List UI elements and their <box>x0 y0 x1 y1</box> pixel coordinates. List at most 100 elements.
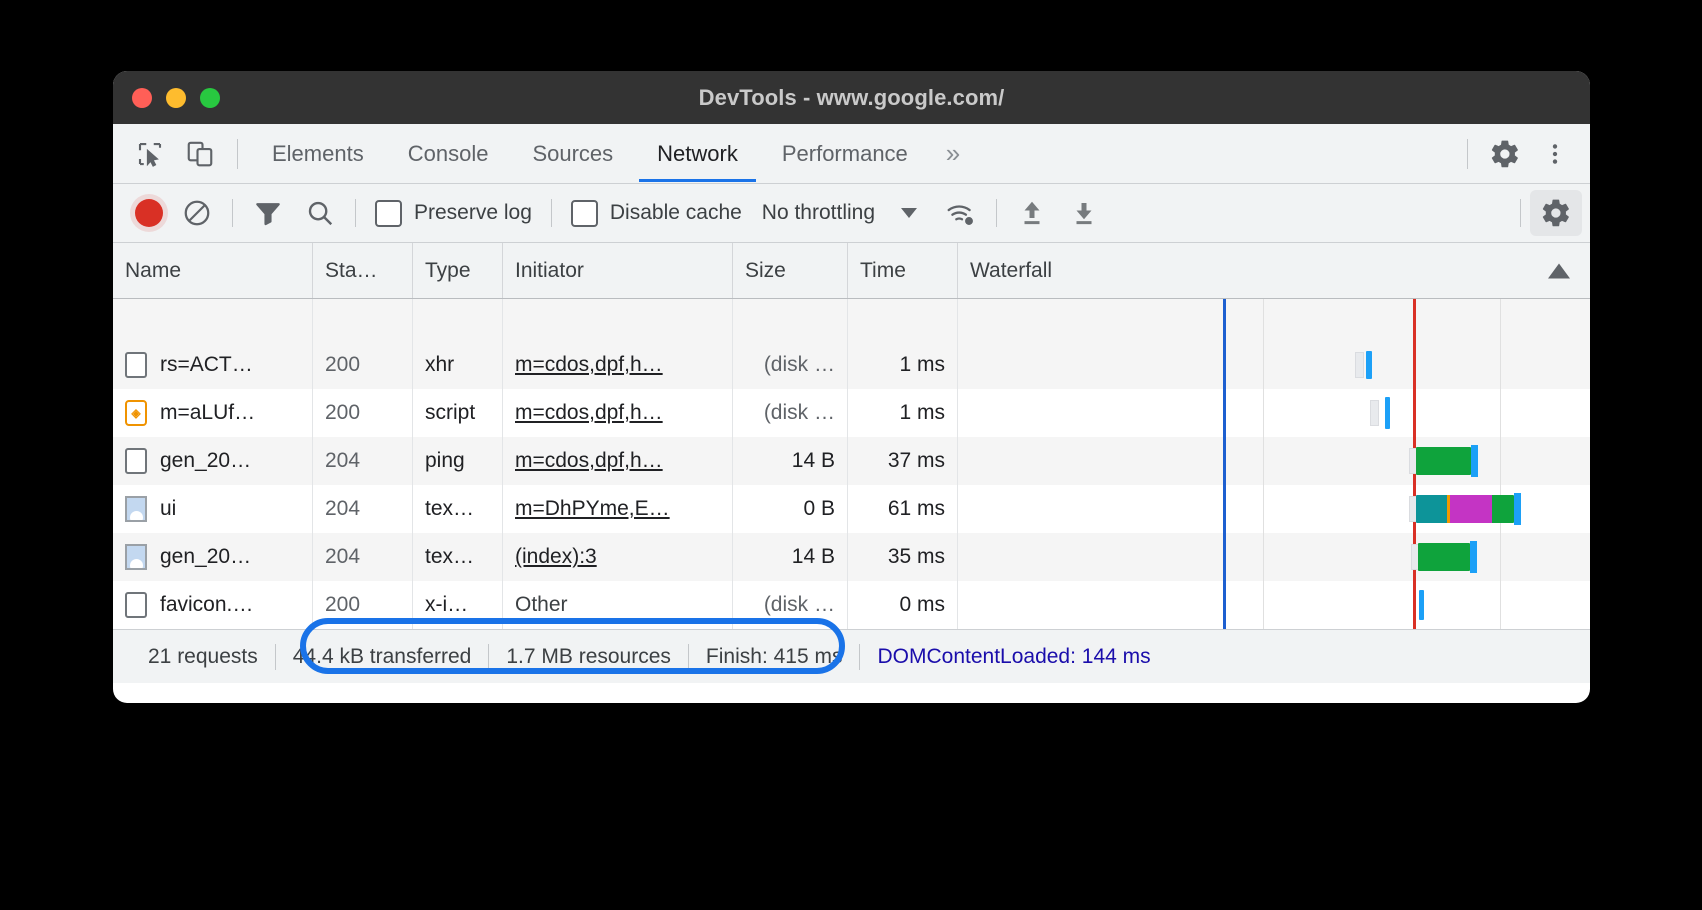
tab-performance[interactable]: Performance <box>760 125 930 182</box>
domcontentloaded-time: DOMContentLoaded: 144 ms <box>877 644 1151 668</box>
request-initiator-cell[interactable]: m=DhPYme,E… <box>503 485 733 533</box>
settings-gear-icon[interactable] <box>1480 130 1530 178</box>
waterfall-bar <box>1419 590 1424 620</box>
status-code: 200 <box>325 353 361 376</box>
column-header-initiator[interactable]: Initiator <box>503 243 733 298</box>
request-name-cell[interactable]: gen_20… <box>113 437 313 485</box>
maximize-window-button[interactable] <box>200 87 220 108</box>
filter-icon[interactable] <box>242 190 294 236</box>
column-header-waterfall[interactable]: Waterfall <box>958 243 1590 298</box>
request-size-cell: (disk … <box>733 389 848 437</box>
initiator-link[interactable]: (index):3 <box>515 545 597 569</box>
column-header-type[interactable]: Type <box>413 243 503 298</box>
toolbar-divider-2 <box>355 199 356 227</box>
request-name-cell[interactable]: favicon.… <box>113 581 313 629</box>
initiator-link[interactable]: m=DhPYme,E… <box>515 497 670 521</box>
request-size: (disk … <box>763 401 835 424</box>
table-row[interactable]: ui 204 tex… m=DhPYme,E… 0 B 61 ms <box>113 485 1590 533</box>
script-icon: ◈ <box>125 400 147 426</box>
disable-cache-checkbox[interactable]: Disable cache <box>561 190 752 236</box>
tab-sources[interactable]: Sources <box>510 125 635 182</box>
throttling-dropdown[interactable]: No throttling <box>752 201 918 225</box>
tabstrip-right-divider <box>1467 138 1468 169</box>
table-row[interactable]: gen_20… 204 tex… (index):3 14 B 35 ms <box>113 533 1590 581</box>
inspect-element-icon[interactable] <box>125 130 175 178</box>
request-time-cell: 61 ms <box>848 485 958 533</box>
table-row[interactable]: favicon.… 200 x-i… Other (disk … 0 ms <box>113 581 1590 629</box>
column-label: Waterfall <box>970 258 1053 282</box>
waterfall-bar <box>1416 447 1471 475</box>
tab-console[interactable]: Console <box>386 125 511 182</box>
initiator-link[interactable]: m=cdos,dpf,h… <box>515 353 663 377</box>
table-row[interactable]: gen_20… 204 ping m=cdos,dpf,h… 14 B 37 m… <box>113 437 1590 485</box>
request-size: 14 B <box>791 545 835 568</box>
request-type-cell: x-i… <box>413 581 503 629</box>
more-options-icon[interactable] <box>1530 130 1580 178</box>
waterfall-tail <box>1470 445 1478 477</box>
network-status-bar: 21 requests 44.4 kB transferred 1.7 MB r… <box>113 618 1590 683</box>
column-header-status[interactable]: Sta… <box>313 243 413 298</box>
request-type-cell: tex… <box>413 485 503 533</box>
request-size-cell: (disk … <box>733 341 848 389</box>
request-initiator-cell[interactable]: m=cdos,dpf,h… <box>503 437 733 485</box>
request-name-cell[interactable]: ◈ m=aLUf… <box>113 389 313 437</box>
waterfall-queue-stub <box>1370 400 1380 426</box>
request-name-cell[interactable]: rs=ACT… <box>113 341 313 389</box>
preserve-log-checkbox[interactable]: Preserve log <box>365 190 542 236</box>
minimize-window-button[interactable] <box>166 87 186 108</box>
close-window-button[interactable] <box>132 87 152 108</box>
request-type: tex… <box>425 497 475 520</box>
request-size-cell: 0 B <box>733 485 848 533</box>
table-row[interactable]: rs=ACT… 200 xhr m=cdos,dpf,h… (disk … 1 … <box>113 341 1590 389</box>
request-size: (disk … <box>763 593 835 616</box>
request-status-cell: 200 <box>313 389 413 437</box>
disable-cache-label: Disable cache <box>609 201 742 224</box>
checkbox-box[interactable] <box>375 199 402 227</box>
import-har-icon[interactable] <box>1006 190 1058 236</box>
request-waterfall-cell <box>958 533 1590 581</box>
document-icon <box>125 592 147 618</box>
checkbox-box[interactable] <box>570 199 598 227</box>
request-initiator-cell[interactable]: (index):3 <box>503 533 733 581</box>
request-type: script <box>425 401 476 424</box>
waterfall-bar <box>1418 543 1470 571</box>
request-size-cell: (disk … <box>733 581 848 629</box>
export-har-icon[interactable] <box>1058 190 1110 236</box>
table-row[interactable]: ◈ m=aLUf… 200 script m=cdos,dpf,h… (disk… <box>113 389 1590 437</box>
initiator-link[interactable]: m=cdos,dpf,h… <box>515 449 663 473</box>
tab-label: Network <box>657 140 738 166</box>
request-initiator-cell[interactable]: m=cdos,dpf,h… <box>503 341 733 389</box>
waterfall-tail <box>1469 541 1477 573</box>
finish-time: Finish: 415 ms <box>705 644 843 668</box>
search-icon[interactable] <box>294 190 346 236</box>
spacer-cell <box>413 299 503 341</box>
waterfall-segment-waiting <box>1450 495 1492 523</box>
chevron-down-icon[interactable] <box>901 208 918 218</box>
network-conditions-icon[interactable] <box>935 190 987 236</box>
more-tabs-chevron-icon[interactable]: » <box>930 125 976 182</box>
image-icon <box>125 496 147 522</box>
device-toolbar-icon[interactable] <box>175 130 225 178</box>
clear-network-log-button[interactable] <box>171 190 223 236</box>
record-network-log-button[interactable] <box>127 191 171 235</box>
sort-ascending-icon[interactable] <box>1548 263 1570 278</box>
tab-elements[interactable]: Elements <box>250 125 386 182</box>
tab-label: Console <box>407 140 489 166</box>
request-initiator-cell[interactable]: m=cdos,dpf,h… <box>503 389 733 437</box>
request-time-cell: 37 ms <box>848 437 958 485</box>
waterfall-segment-download <box>1491 495 1515 523</box>
waterfall-segment-connecting <box>1416 495 1447 523</box>
initiator-link[interactable]: m=cdos,dpf,h… <box>515 401 663 425</box>
request-name-cell[interactable]: gen_20… <box>113 533 313 581</box>
column-header-size[interactable]: Size <box>733 243 848 298</box>
column-header-name[interactable]: Name <box>113 243 313 298</box>
tab-network[interactable]: Network <box>635 125 760 182</box>
column-header-time[interactable]: Time <box>848 243 958 298</box>
request-time: 61 ms <box>887 497 945 520</box>
network-settings-gear-icon[interactable] <box>1530 190 1582 236</box>
initiator-text: Other <box>515 593 568 616</box>
request-type-cell: tex… <box>413 533 503 581</box>
request-name: gen_20… <box>160 449 252 472</box>
request-name-cell[interactable]: ui <box>113 485 313 533</box>
column-label: Time <box>860 258 906 282</box>
